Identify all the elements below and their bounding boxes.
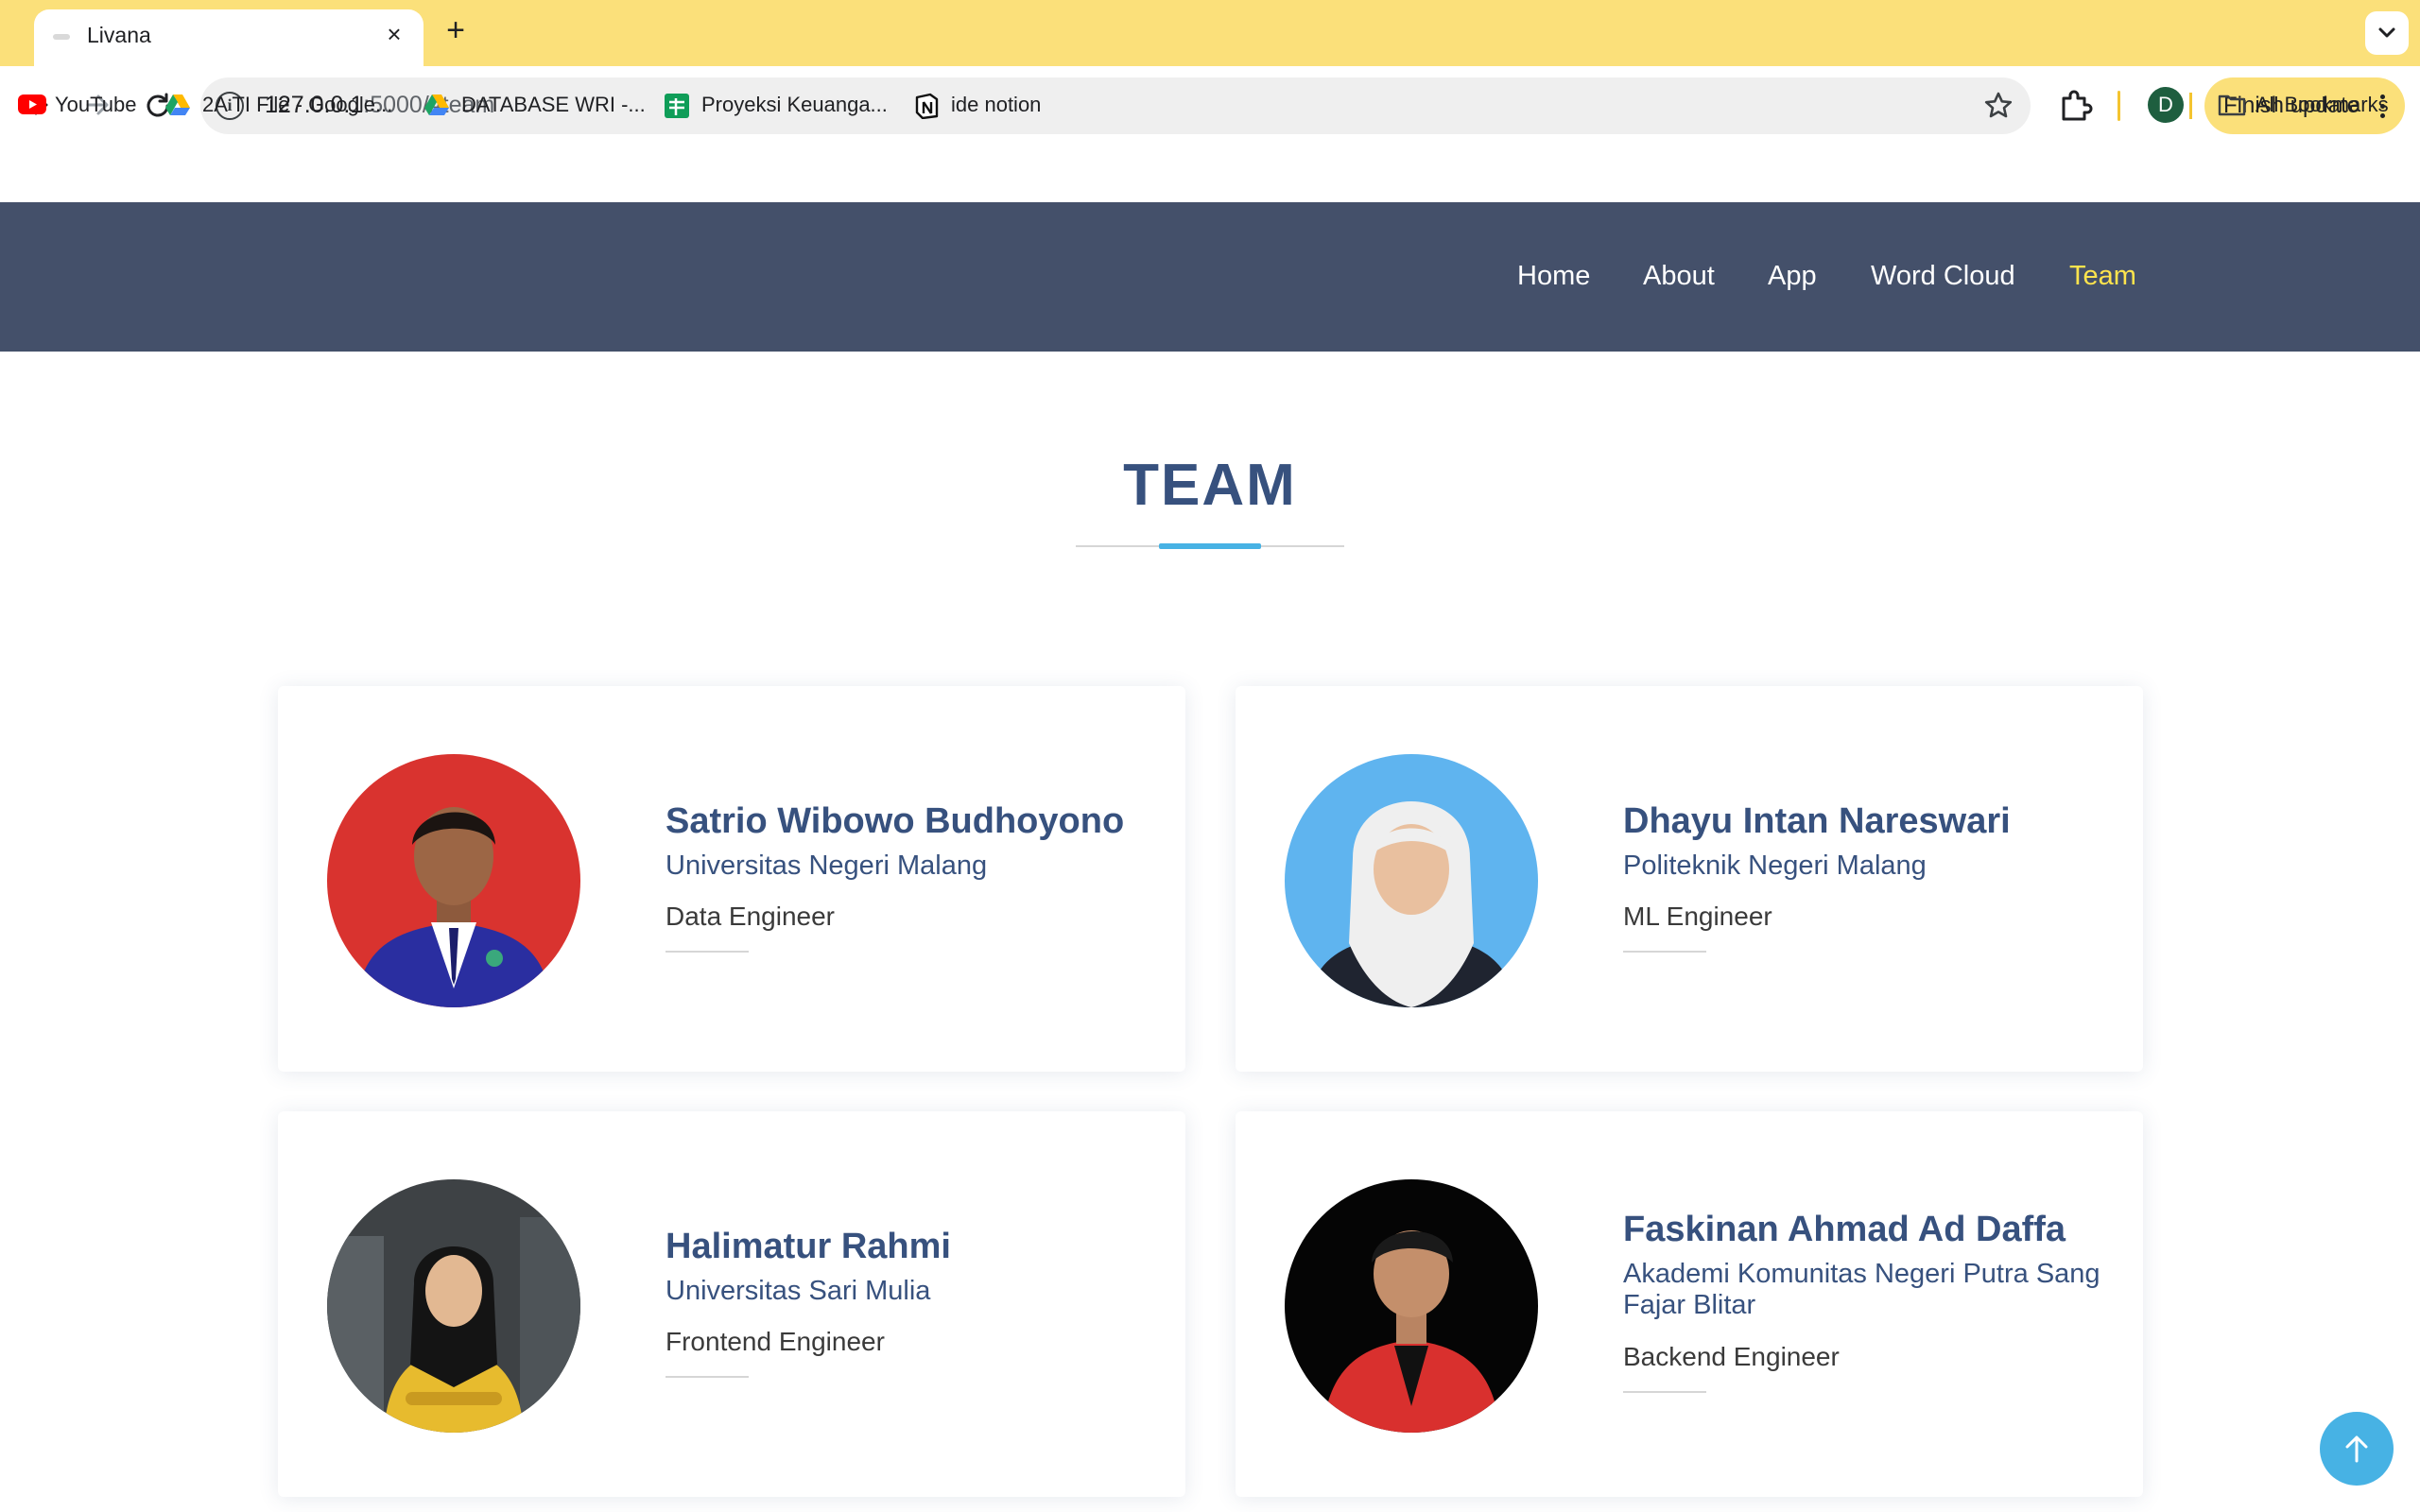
- google-drive-icon: [165, 94, 190, 115]
- member-divider: [1623, 1391, 1706, 1393]
- folder-icon: [2218, 94, 2246, 116]
- google-drive-icon: [424, 94, 449, 115]
- member-name: Faskinan Ahmad Ad Daffa: [1623, 1210, 2066, 1249]
- member-role: Data Engineer: [666, 902, 836, 931]
- nav-link-home[interactable]: Home: [1517, 261, 1590, 292]
- bookmark-label: ide notion: [951, 93, 1042, 116]
- tab-favicon-icon: [53, 34, 70, 40]
- member-school: Universitas Negeri Malang: [666, 850, 988, 881]
- bookmark-label: YouTube: [55, 93, 137, 116]
- section-title: TEAM: [1123, 453, 1297, 518]
- member-school: Politeknik Negeri Malang: [1623, 850, 1927, 881]
- member-photo: [1285, 1179, 1538, 1433]
- browser-tab-strip: Livana × +: [0, 0, 2420, 66]
- member-role: ML Engineer: [1623, 902, 1772, 931]
- notion-icon: [915, 93, 939, 119]
- member-divider: [666, 1376, 749, 1378]
- bookmark-label: 2A TI File - Google...: [202, 93, 393, 116]
- member-divider: [1623, 951, 1706, 953]
- bookmark-star-icon[interactable]: [1981, 89, 2015, 123]
- new-tab-icon[interactable]: +: [441, 14, 471, 46]
- nav-link-about[interactable]: About: [1643, 261, 1715, 292]
- team-member-card: Halimatur Rahmi Universitas Sari Mulia F…: [278, 1111, 1185, 1497]
- member-name: Dhayu Intan Nareswari: [1623, 801, 2011, 841]
- youtube-icon: [18, 94, 46, 114]
- member-name: Halimatur Rahmi: [666, 1227, 951, 1266]
- back-to-top-button[interactable]: [2320, 1412, 2394, 1486]
- nav-link-app[interactable]: App: [1768, 261, 1817, 292]
- member-photo: [327, 754, 580, 1007]
- chevron-down-icon: [2378, 27, 2395, 38]
- member-divider: [666, 951, 749, 953]
- nav-link-team[interactable]: Team: [2069, 261, 2136, 292]
- member-photo: [327, 1179, 580, 1433]
- title-accent-bar: [1159, 543, 1261, 549]
- member-photo: [1285, 754, 1538, 1007]
- team-member-card: Dhayu Intan Nareswari Politeknik Negeri …: [1236, 686, 2143, 1072]
- member-school: Universitas Sari Mulia: [666, 1276, 931, 1306]
- site-header: Home About App Word Cloud Team: [0, 202, 2420, 352]
- member-school: Akademi Komunitas Negeri Putra Sang Faja…: [1623, 1259, 2100, 1320]
- bookmark-label: DATABASE WRI -...: [461, 93, 646, 116]
- extensions-puzzle-icon[interactable]: [2057, 87, 2093, 123]
- all-bookmarks-label: All Bookmarks: [2256, 93, 2389, 116]
- google-sheets-icon: [665, 94, 689, 118]
- browser-toolbar: i 127.0.0.1:5000/#team D Finish update: [0, 66, 2420, 212]
- bookmarks-divider: [2189, 93, 2192, 119]
- toolbar-divider: [2118, 91, 2120, 121]
- member-name: Satrio Wibowo Budhoyono: [666, 801, 1125, 841]
- nav-link-word-cloud[interactable]: Word Cloud: [1871, 261, 2015, 292]
- browser-tab[interactable]: Livana ×: [34, 9, 424, 66]
- tab-search-button[interactable]: [2365, 11, 2409, 55]
- team-member-card: Faskinan Ahmad Ad Daffa Akademi Komunita…: [1236, 1111, 2143, 1497]
- bookmark-label: Proyeksi Keuanga...: [701, 93, 888, 116]
- close-tab-icon[interactable]: ×: [381, 21, 407, 47]
- member-role: Backend Engineer: [1623, 1342, 1840, 1371]
- arrow-up-icon: [2345, 1435, 2368, 1463]
- profile-avatar[interactable]: D: [2148, 87, 2184, 123]
- team-member-card: Satrio Wibowo Budhoyono Universitas Nege…: [278, 686, 1185, 1072]
- member-role: Frontend Engineer: [666, 1327, 885, 1356]
- tab-title: Livana: [87, 23, 151, 47]
